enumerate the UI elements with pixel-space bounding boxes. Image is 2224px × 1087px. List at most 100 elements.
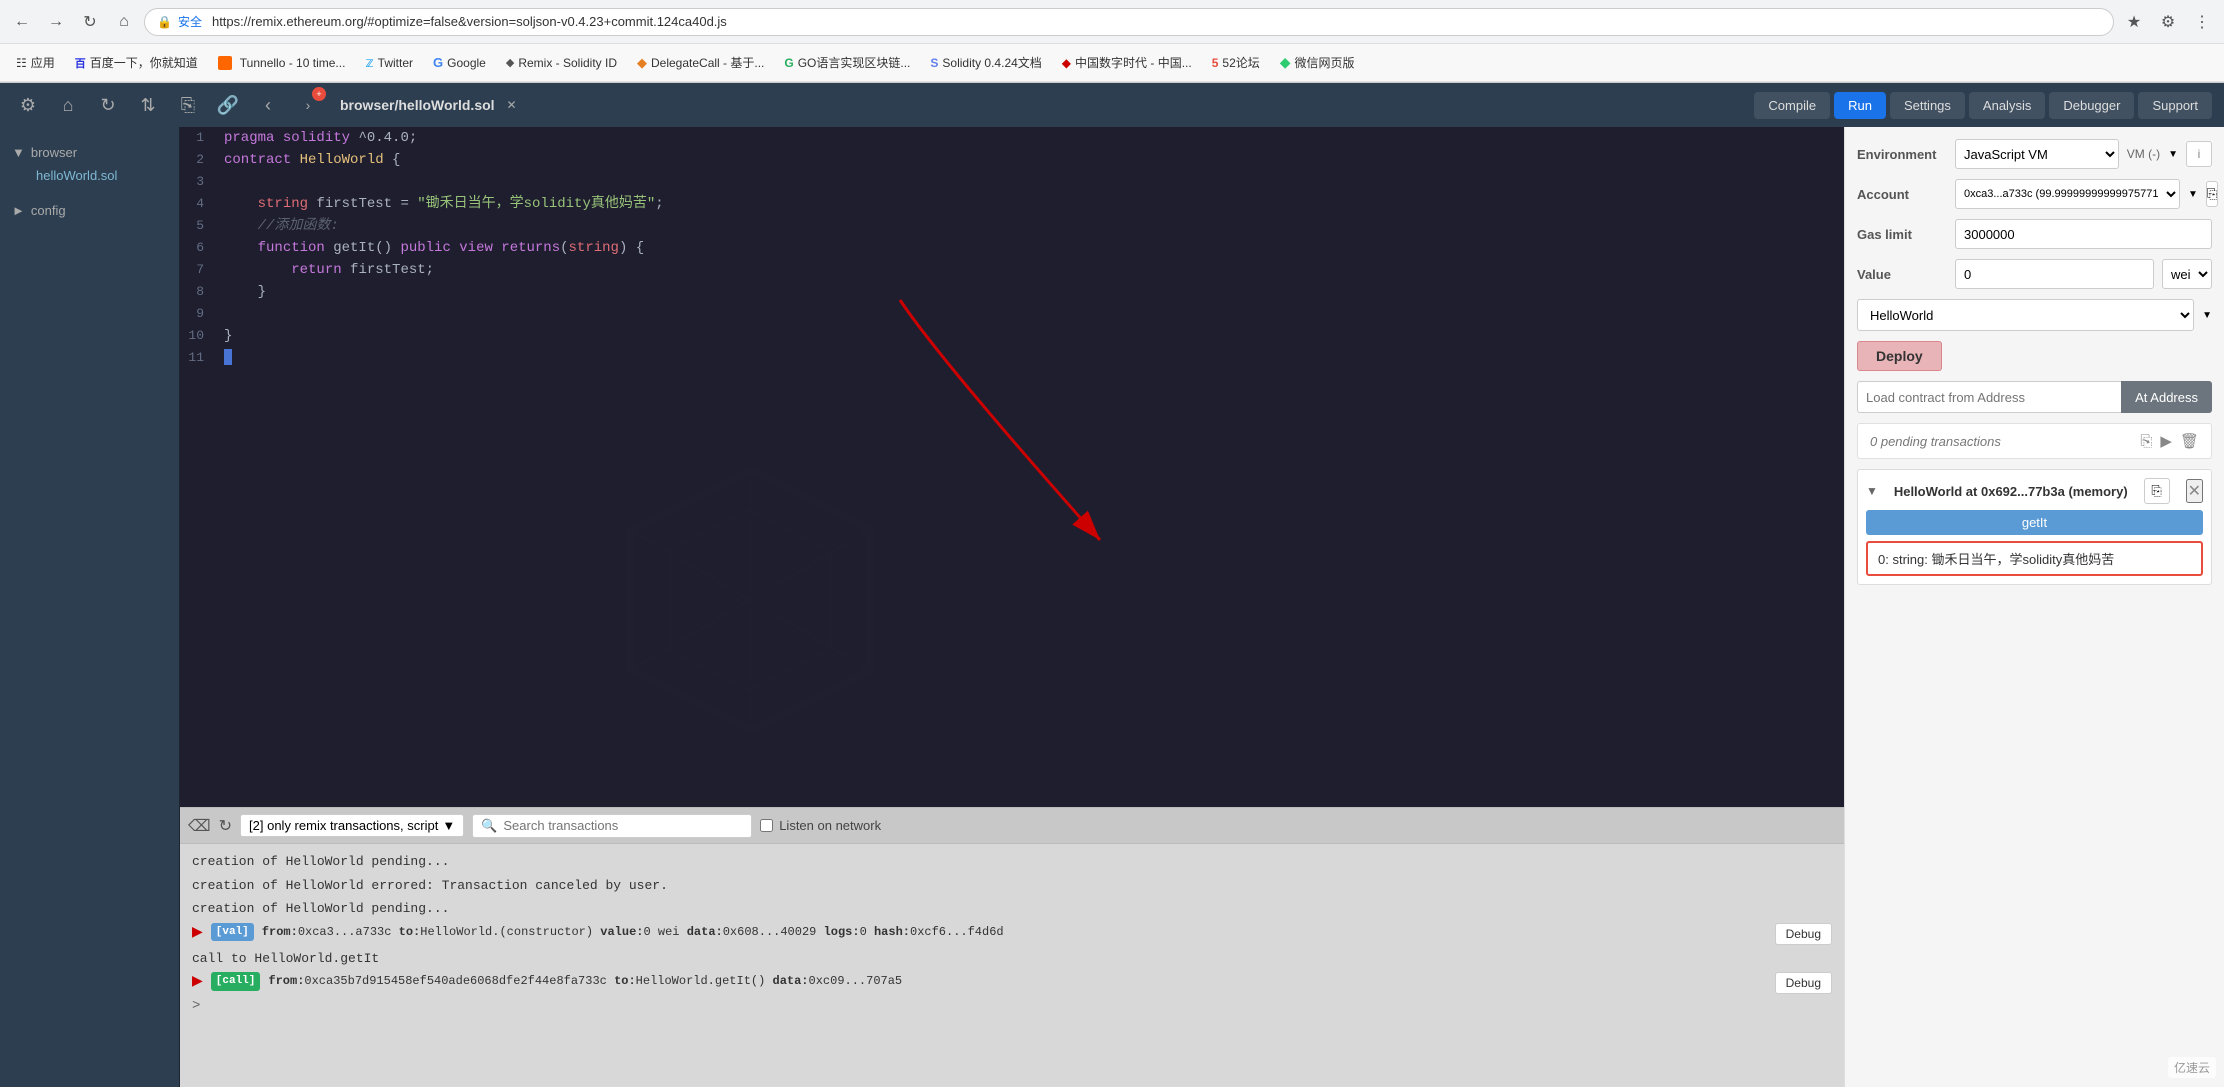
console-search-box[interactable]: 🔍 bbox=[472, 814, 752, 838]
gas-limit-row: Gas limit bbox=[1857, 219, 2212, 249]
gas-limit-input[interactable] bbox=[1955, 219, 2212, 249]
contract-chevron-icon: ▼ bbox=[2202, 310, 2212, 321]
console-prompt[interactable]: > bbox=[192, 998, 1832, 1014]
bookmark-remix[interactable]: ◆ Remix - Solidity ID bbox=[498, 52, 625, 74]
top-toolbar: ⚙ ⌂ ↻ ⇅ ⎘ 🔗 ‹ › + browser/helloWorld.sol… bbox=[0, 83, 2224, 127]
code-line-2: 2 contract HelloWorld { bbox=[180, 149, 1844, 171]
main-content: ▼ browser helloWorld.sol ► config bbox=[0, 127, 2224, 1087]
bookmark-tunnello[interactable]: Tunnello - 10 time... bbox=[210, 52, 354, 74]
console-area: ⌫ ↻ [2] only remix transactions, script … bbox=[180, 807, 1844, 1087]
pending-save-icon[interactable]: ⎘ bbox=[2140, 432, 2152, 450]
contract-select[interactable]: HelloWorld bbox=[1857, 299, 2194, 331]
pending-transactions-row: 0 pending transactions ⎘ ▶ 🗑 bbox=[1857, 423, 2212, 459]
pending-play-icon[interactable]: ▶ bbox=[2160, 432, 2172, 450]
account-select[interactable]: 0xca3...a733c (99.99999999999975771 bbox=[1955, 179, 2180, 209]
environment-label: Environment bbox=[1857, 147, 1947, 162]
bookmark-twitter[interactable]: 𝕫 Twitter bbox=[357, 50, 421, 75]
tab-compile[interactable]: Compile bbox=[1754, 92, 1830, 119]
bookmark-go[interactable]: G GO语言实现区块链... bbox=[776, 50, 918, 75]
getit-button[interactable]: getIt bbox=[1866, 510, 2203, 535]
bookmarks-bar: ☷ 应用 百 百度一下，你就知道 Tunnello - 10 time... 𝕫… bbox=[0, 44, 2224, 82]
deploy-button[interactable]: Deploy bbox=[1857, 341, 1942, 371]
extension-button[interactable]: ⚙ bbox=[2154, 8, 2182, 36]
search-input[interactable] bbox=[503, 818, 743, 833]
refresh-button[interactable]: ↻ bbox=[76, 8, 104, 36]
next-file-icon[interactable]: › + bbox=[292, 89, 324, 121]
tab-run[interactable]: Run bbox=[1834, 92, 1886, 119]
home-button[interactable]: ⌂ bbox=[110, 8, 138, 36]
refresh-app-icon[interactable]: ↻ bbox=[92, 89, 124, 121]
debug-val-button[interactable]: Debug bbox=[1775, 923, 1832, 945]
forward-button[interactable]: → bbox=[42, 8, 70, 36]
tab-analysis[interactable]: Analysis bbox=[1969, 92, 2045, 119]
code-line-3: 3 bbox=[180, 171, 1844, 193]
environment-info-icon[interactable]: i bbox=[2186, 141, 2212, 167]
settings-gear-icon[interactable]: ⚙ bbox=[12, 89, 44, 121]
bookmark-button[interactable]: ★ bbox=[2120, 8, 2148, 36]
bookmark-apps[interactable]: ☷ 应用 bbox=[8, 50, 63, 75]
debug-call-button[interactable]: Debug bbox=[1775, 972, 1832, 994]
link-icon[interactable]: 🔗 bbox=[212, 89, 244, 121]
value-row: Value wei bbox=[1857, 259, 2212, 289]
editor-area: 1 pragma solidity ^0.4.0; 2 contract Hel… bbox=[180, 127, 1844, 1087]
close-tab-icon[interactable]: ✕ bbox=[507, 98, 517, 112]
back-button[interactable]: ← bbox=[8, 8, 36, 36]
vm-label: VM (-) bbox=[2127, 147, 2160, 161]
console-filter-dropdown[interactable]: [2] only remix transactions, script ▼ bbox=[240, 814, 464, 837]
tab-settings[interactable]: Settings bbox=[1890, 92, 1965, 119]
deployed-close-icon[interactable]: ✕ bbox=[2186, 479, 2203, 503]
bookmark-delegatecall[interactable]: ◆ DelegateCall - 基于... bbox=[629, 50, 772, 75]
deployed-copy-button[interactable]: ⎘ bbox=[2144, 478, 2170, 504]
listen-network-checkbox[interactable] bbox=[760, 819, 773, 832]
load-contract-row: At Address bbox=[1857, 381, 2212, 413]
home-app-icon[interactable]: ⌂ bbox=[52, 89, 84, 121]
console-line-3: creation of HelloWorld pending... bbox=[192, 899, 1832, 919]
security-label: 安全 bbox=[178, 13, 202, 30]
tx-expand-icon[interactable]: ▶ bbox=[192, 923, 203, 944]
chevron-down-icon: ▼ bbox=[12, 145, 25, 160]
prev-file-icon[interactable]: ‹ bbox=[252, 89, 284, 121]
console-clear-icon[interactable]: ⌫ bbox=[188, 816, 211, 836]
bookmark-google[interactable]: G Google bbox=[425, 51, 494, 74]
address-bar[interactable]: 🔒 安全 https://remix.ethereum.org/#optimiz… bbox=[144, 8, 2114, 36]
sidebar-browser-header[interactable]: ▼ browser bbox=[12, 141, 167, 164]
bookmark-china[interactable]: ◆ 中国数字时代 - 中国... bbox=[1054, 50, 1200, 75]
value-input[interactable] bbox=[1955, 259, 2154, 289]
environment-select[interactable]: JavaScript VM bbox=[1955, 139, 2119, 169]
account-copy-button[interactable]: ⎘ bbox=[2206, 181, 2218, 207]
bookmark-wechat[interactable]: ◆ 微信网页版 bbox=[1272, 50, 1363, 75]
sidebar-config-header[interactable]: ► config bbox=[12, 199, 167, 222]
environment-row: Environment JavaScript VM VM (-) ▼ i bbox=[1857, 139, 2212, 169]
solidity-icon: S bbox=[930, 56, 938, 70]
tx-val-details: from:0xca3...a733c to:HelloWorld.(constr… bbox=[262, 923, 1004, 941]
deployed-section: ▼ HelloWorld at 0x692...77b3a (memory) ⎘… bbox=[1857, 469, 2212, 585]
value-unit-select[interactable]: wei bbox=[2162, 259, 2212, 289]
load-contract-input[interactable] bbox=[1857, 381, 2121, 413]
forum-icon: 5 bbox=[1212, 56, 1219, 70]
bottom-watermark: 亿速云 bbox=[2168, 1057, 2216, 1078]
sidebar-file-label: helloWorld.sol bbox=[36, 168, 117, 183]
code-editor[interactable]: 1 pragma solidity ^0.4.0; 2 contract Hel… bbox=[180, 127, 1844, 807]
console-line-5: call to HelloWorld.getIt bbox=[192, 949, 1832, 969]
at-address-button[interactable]: At Address bbox=[2121, 381, 2212, 413]
code-line-5: 5 //添加函数: bbox=[180, 215, 1844, 237]
code-line-9: 9 bbox=[180, 303, 1844, 325]
console-tx-call: ▶ [call] from:0xca35b7d915458ef540ade606… bbox=[192, 972, 1832, 994]
sync-icon[interactable]: ⇅ bbox=[132, 89, 164, 121]
copy-app-icon[interactable]: ⎘ bbox=[172, 89, 204, 121]
pending-delete-icon[interactable]: 🗑 bbox=[2180, 432, 2199, 450]
tab-support[interactable]: Support bbox=[2138, 92, 2212, 119]
result-text: 0: string: 锄禾日当午，学solidity真他妈苦 bbox=[1878, 552, 2114, 567]
bookmark-52[interactable]: 5 52论坛 bbox=[1204, 50, 1268, 75]
sidebar-config-section: ► config bbox=[0, 193, 179, 228]
bookmark-solidity[interactable]: S Solidity 0.4.24文档 bbox=[922, 50, 1049, 75]
console-line-1: creation of HelloWorld pending... bbox=[192, 852, 1832, 872]
console-filter-label: [2] only remix transactions, script bbox=[249, 818, 438, 833]
menu-button[interactable]: ⋮ bbox=[2188, 8, 2216, 36]
security-icon: 🔒 bbox=[157, 15, 172, 29]
bookmark-baidu[interactable]: 百 百度一下，你就知道 bbox=[67, 50, 206, 75]
tab-debugger[interactable]: Debugger bbox=[2049, 92, 2134, 119]
sidebar-item-helloworld[interactable]: helloWorld.sol bbox=[12, 164, 167, 187]
console-refresh-icon[interactable]: ↻ bbox=[219, 816, 232, 836]
tx-call-expand-icon[interactable]: ▶ bbox=[192, 972, 203, 993]
